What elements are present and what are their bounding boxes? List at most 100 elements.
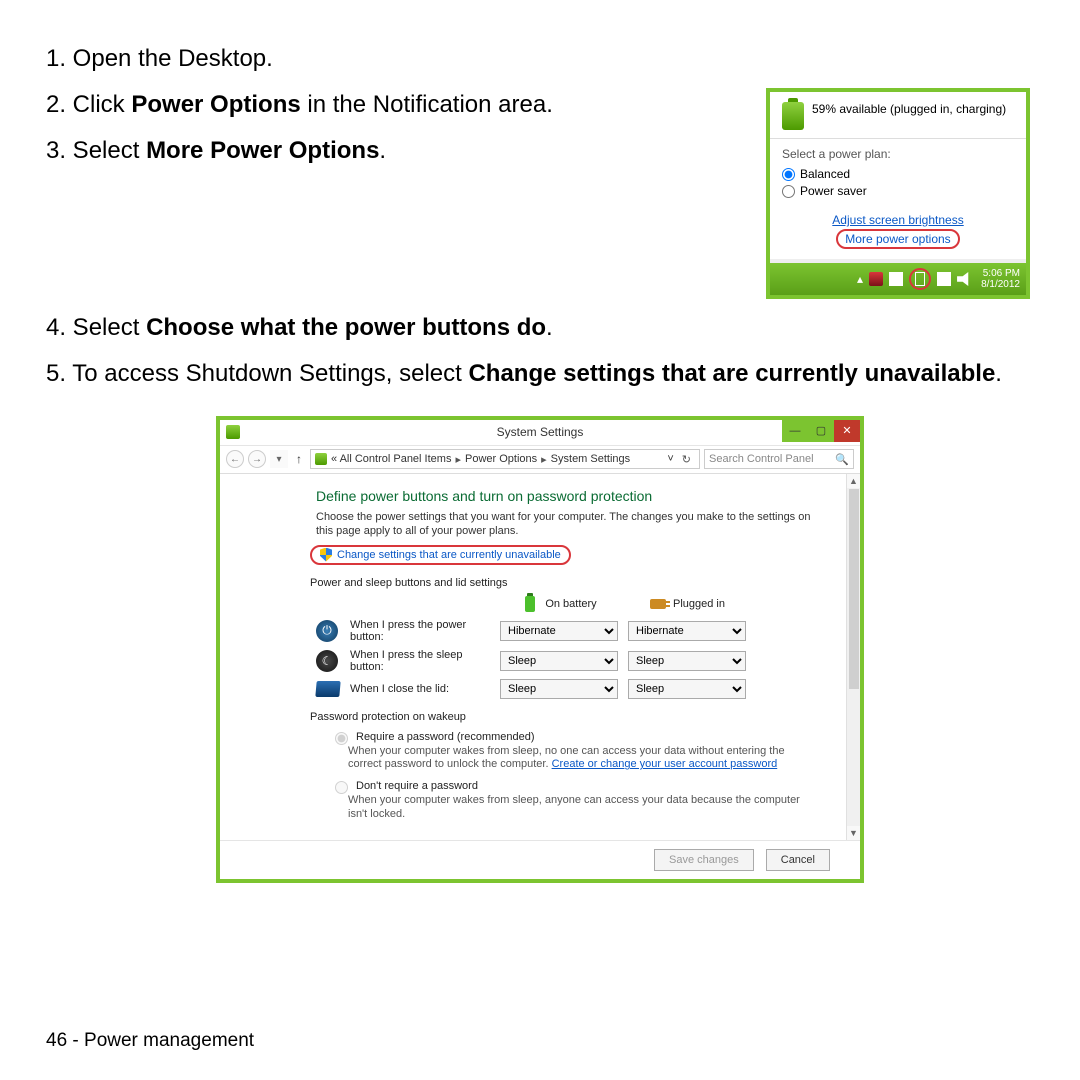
battery-column-icon <box>525 596 535 612</box>
step-2-bold: Power Options <box>131 91 300 118</box>
step-3-bold: More Power Options <box>146 137 379 164</box>
on-battery-label: On battery <box>545 598 596 610</box>
breadcrumb-level-1: « All Control Panel Items <box>331 453 451 465</box>
sleep-button-plugged-select[interactable]: Sleep <box>628 651 746 671</box>
lid-close-label: When I close the lid: <box>350 683 490 695</box>
tray-battery-icon[interactable] <box>915 272 925 286</box>
section-title: Define power buttons and turn on passwor… <box>316 488 816 504</box>
step-3-suffix: . <box>379 137 386 164</box>
lid-battery-select[interactable]: Sleep <box>500 679 618 699</box>
lid-plugged-select[interactable]: Sleep <box>628 679 746 699</box>
more-power-options-link[interactable]: More power options <box>845 232 950 246</box>
power-button-label: When I press the power button: <box>350 619 490 643</box>
window-titlebar: System Settings — ▢ ✕ <box>220 420 860 446</box>
plan-saver-option[interactable]: Power saver <box>782 184 1014 198</box>
require-password-radio[interactable] <box>335 732 348 745</box>
scrollbar-up-arrow[interactable]: ▲ <box>847 474 860 488</box>
step-4-prefix: 4. Select <box>46 314 146 341</box>
more-options-highlight: More power options <box>836 229 959 249</box>
step-2-suffix: in the Notification area. <box>301 91 553 118</box>
step-5-bold: Change settings that are currently unava… <box>468 360 995 387</box>
system-settings-window: System Settings — ▢ ✕ ← → ▾ ↑ « All Cont… <box>216 416 864 883</box>
window-body: Define power buttons and turn on passwor… <box>220 474 860 840</box>
tray-shield-icon[interactable] <box>869 272 883 286</box>
sleep-button-icon: ☾ <box>316 650 338 672</box>
power-flyout: 59% available (plugged in, charging) Sel… <box>766 88 1030 299</box>
power-button-plugged-select[interactable]: Hibernate <box>628 621 746 641</box>
tray-volume-icon[interactable] <box>957 272 971 286</box>
plan-balanced-radio[interactable] <box>782 168 795 181</box>
content-area: Define power buttons and turn on passwor… <box>220 474 846 840</box>
window-title: System Settings <box>497 425 584 439</box>
step-3-prefix: 3. Select <box>46 137 146 164</box>
battery-status-text: 59% available (plugged in, charging) <box>812 102 1006 117</box>
lid-close-row: When I close the lid: Sleep Sleep <box>316 679 816 699</box>
history-dropdown[interactable]: ▾ <box>270 450 288 468</box>
dialog-footer: Save changes Cancel <box>220 840 860 879</box>
forward-button[interactable]: → <box>248 450 266 468</box>
plug-column-icon <box>650 599 666 609</box>
step-5-prefix: 5. To access Shutdown Settings, select <box>46 360 468 387</box>
password-protection-subheader: Password protection on wakeup <box>310 711 816 723</box>
sleep-button-battery-select[interactable]: Sleep <box>500 651 618 671</box>
scrollbar-down-arrow[interactable]: ▼ <box>847 826 860 840</box>
step-2-prefix: 2. Click <box>46 91 131 118</box>
vertical-scrollbar[interactable]: ▲ ▼ <box>846 474 860 840</box>
require-password-option: Require a password (recommended) When yo… <box>330 729 816 773</box>
page-number-footer: 46 - Power management <box>46 1030 254 1052</box>
tray-flag-icon[interactable] <box>889 272 903 286</box>
breadcrumb-sep-1: ▸ <box>455 453 461 466</box>
require-password-label: Require a password (recommended) <box>356 731 535 743</box>
plan-balanced-option[interactable]: Balanced <box>782 167 1014 181</box>
tray-date-text: 8/1/2012 <box>981 279 1020 290</box>
tray-network-icon[interactable] <box>937 272 951 286</box>
save-changes-button[interactable]: Save changes <box>654 849 754 871</box>
power-button-battery-select[interactable]: Hibernate <box>500 621 618 641</box>
breadcrumb[interactable]: « All Control Panel Items ▸ Power Option… <box>310 449 700 469</box>
plan-saver-label: Power saver <box>800 184 867 198</box>
dont-require-password-desc: When your computer wakes from sleep, any… <box>348 794 816 822</box>
breadcrumb-sep-2: ▸ <box>541 453 547 466</box>
close-button[interactable]: ✕ <box>834 420 860 442</box>
require-password-desc: When your computer wakes from sleep, no … <box>348 745 816 773</box>
breadcrumb-dropdown-icon[interactable]: ˅ <box>667 453 673 465</box>
dont-require-password-option: Don't require a password When your compu… <box>330 778 816 822</box>
back-button[interactable]: ← <box>226 450 244 468</box>
power-button-row: ⏻ When I press the power button: Hiberna… <box>316 619 816 643</box>
tray-overflow-icon[interactable]: ▴ <box>857 272 863 286</box>
refresh-button[interactable]: ↻ <box>678 453 695 466</box>
step-5: 5. To access Shutdown Settings, select C… <box>46 355 1034 392</box>
section-description: Choose the power settings that you want … <box>316 510 816 539</box>
change-settings-row: Change settings that are currently unava… <box>316 545 816 565</box>
step-5-suffix: . <box>995 360 1002 387</box>
battery-icon <box>782 102 804 130</box>
tray-power-icon-highlight <box>909 268 931 290</box>
plan-balanced-label: Balanced <box>800 167 850 181</box>
up-button[interactable]: ↑ <box>292 452 306 466</box>
power-button-icon: ⏻ <box>316 620 338 642</box>
plan-saver-radio[interactable] <box>782 185 795 198</box>
plugged-in-label: Plugged in <box>673 598 725 610</box>
search-input[interactable]: Search Control Panel 🔍 <box>704 449 854 469</box>
lid-icon <box>315 681 340 697</box>
dont-require-password-radio[interactable] <box>335 781 348 794</box>
change-unavailable-link[interactable]: Change settings that are currently unava… <box>337 549 561 561</box>
search-icon: 🔍 <box>835 453 849 466</box>
minimize-button[interactable]: — <box>782 420 808 442</box>
step-1: 1. Open the Desktop. <box>46 40 1034 77</box>
titlebar-app-icon <box>226 425 240 439</box>
window-controls: — ▢ ✕ <box>782 420 860 442</box>
uac-shield-icon <box>320 548 332 562</box>
taskbar: ▴ 5:06 PM 8/1/2012 <box>770 263 1026 295</box>
tray-clock[interactable]: 5:06 PM 8/1/2012 <box>981 268 1020 290</box>
maximize-button[interactable]: ▢ <box>808 420 834 442</box>
flyout-status-row: 59% available (plugged in, charging) <box>770 92 1026 138</box>
search-placeholder: Search Control Panel <box>709 453 814 465</box>
create-change-password-link[interactable]: Create or change your user account passw… <box>552 758 778 770</box>
adjust-brightness-link[interactable]: Adjust screen brightness <box>782 213 1014 227</box>
columns-header-row: On battery Plugged in <box>316 595 816 613</box>
scrollbar-thumb[interactable] <box>849 489 859 689</box>
cancel-button[interactable]: Cancel <box>766 849 830 871</box>
flyout-links: Adjust screen brightness More power opti… <box>770 213 1026 259</box>
dont-require-password-label: Don't require a password <box>356 780 478 792</box>
